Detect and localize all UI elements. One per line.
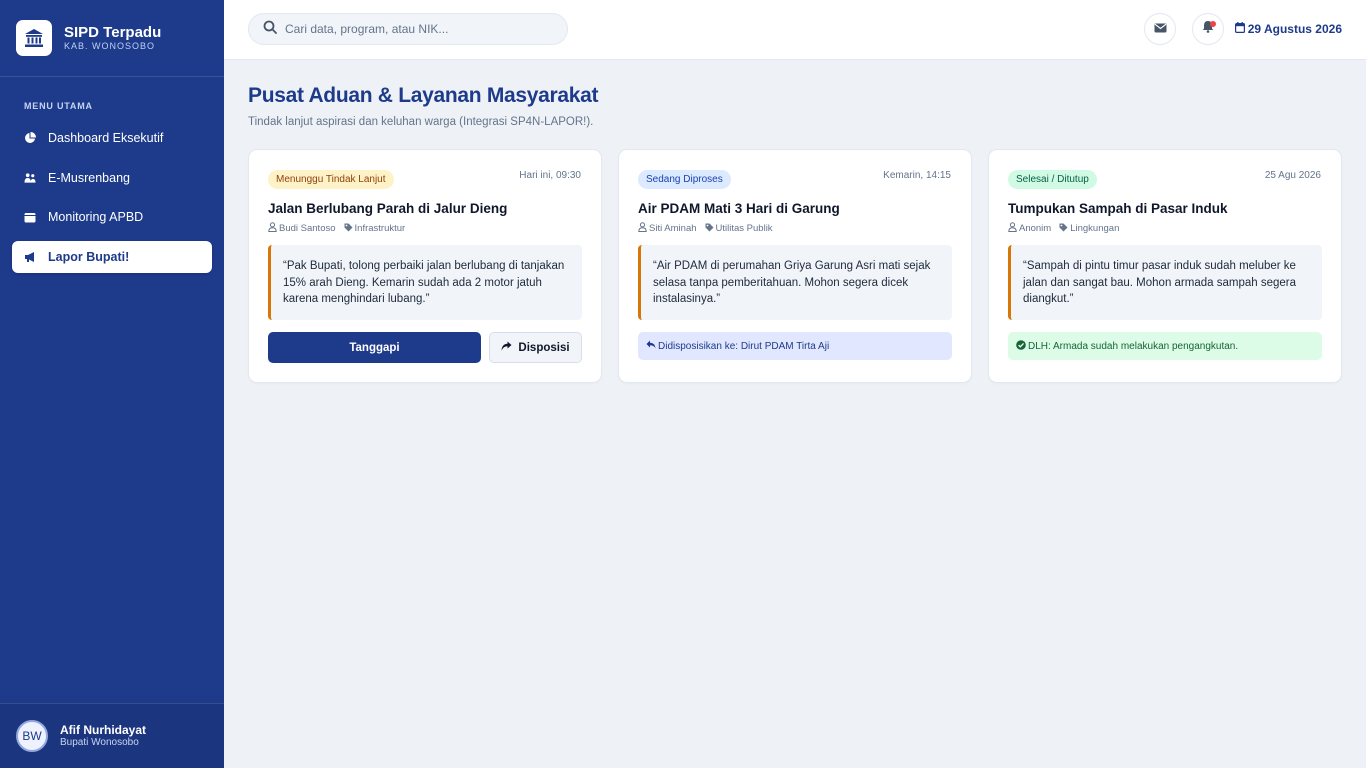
current-date: 29 Agustus 2026 bbox=[1234, 22, 1342, 36]
timestamp: Hari ini, 09:30 bbox=[519, 170, 581, 181]
notification-dot bbox=[1210, 21, 1216, 27]
complaint-title: Tumpukan Sampah di Pasar Induk bbox=[1008, 201, 1228, 216]
disposition-note: Didisposisikan ke: Dirut PDAM Tirta Aji bbox=[638, 332, 952, 360]
complaint-quote: “Pak Bupati, tolong perbaiki jalan berlu… bbox=[268, 245, 582, 320]
wallet-icon bbox=[24, 211, 36, 223]
category-label: Infrastruktur bbox=[354, 223, 406, 234]
topbar: 29 Agustus 2026 bbox=[224, 0, 1366, 60]
complaint-meta: Budi Santoso Infrastruktur bbox=[268, 222, 413, 235]
sidebar-item-dashboard[interactable]: Dashboard Eksekutif bbox=[12, 122, 212, 154]
timestamp: Kemarin, 14:15 bbox=[883, 170, 951, 181]
reporter-name: Siti Aminah bbox=[649, 223, 697, 234]
category-label: Lingkungan bbox=[1070, 223, 1120, 234]
calendar-icon bbox=[1234, 22, 1248, 36]
complaint-card: Selesai / Ditutup 25 Agu 2026 Tumpukan S… bbox=[988, 149, 1342, 383]
building-icon bbox=[16, 20, 52, 56]
complaint-quote: “Air PDAM di perumahan Griya Garung Asri… bbox=[638, 245, 952, 320]
avatar: BW bbox=[16, 720, 48, 752]
disposition-text: Didisposisikan ke: Dirut PDAM Tirta Aji bbox=[658, 340, 830, 352]
complaint-meta: Anonim Lingkungan bbox=[1008, 222, 1127, 235]
tag-icon bbox=[1059, 223, 1070, 235]
search-icon bbox=[263, 20, 277, 39]
tag-icon bbox=[344, 223, 355, 235]
timestamp: 25 Agu 2026 bbox=[1264, 170, 1321, 181]
search-bar[interactable] bbox=[248, 13, 568, 45]
complaint-card: Menunggu Tindak Lanjut Hari ini, 09:30 J… bbox=[248, 149, 602, 383]
sidebar-item-label: Monitoring APBD bbox=[48, 210, 144, 224]
mail-icon bbox=[1154, 20, 1167, 38]
megaphone-icon bbox=[24, 251, 36, 263]
brand-title: SIPD Terpadu bbox=[64, 24, 162, 41]
user-icon bbox=[1008, 222, 1019, 235]
complaint-title: Jalan Berlubang Parah di Jalur Dieng bbox=[268, 201, 508, 216]
brand-subtitle: KAB. WONOSOBO bbox=[64, 41, 156, 51]
sidebar-item-label: Lapor Bupati! bbox=[48, 249, 130, 264]
user-name: Afif Nurhidayat bbox=[60, 723, 147, 737]
complaint-card: Sedang Diproses Kemarin, 14:15 Air PDAM … bbox=[618, 149, 972, 383]
page-subtitle: Tindak lanjut aspirasi dan keluhan warga… bbox=[248, 116, 594, 128]
dispose-label: Disposisi bbox=[518, 341, 570, 354]
share-arrow-icon bbox=[501, 341, 518, 354]
page-title: Pusat Aduan & Layanan Masyarakat bbox=[248, 84, 599, 107]
user-icon bbox=[268, 222, 279, 235]
reporter-name: Budi Santoso bbox=[279, 223, 336, 234]
resolution-note: DLH: Armada sudah melakukan pengangkutan… bbox=[1008, 332, 1322, 360]
check-circle-icon bbox=[1016, 339, 1028, 353]
menu-heading: MENU UTAMA bbox=[24, 101, 93, 111]
status-badge: Sedang Diproses bbox=[638, 170, 731, 189]
people-icon bbox=[24, 172, 36, 184]
user-icon bbox=[638, 222, 649, 235]
reply-arrow-icon bbox=[646, 340, 658, 352]
sidebar-item-label: Dashboard Eksekutif bbox=[48, 131, 164, 145]
respond-button[interactable]: Tanggapi bbox=[268, 332, 481, 363]
pie-chart-icon bbox=[24, 132, 36, 144]
tag-icon bbox=[705, 223, 716, 235]
complaint-title: Air PDAM Mati 3 Hari di Garung bbox=[638, 201, 840, 216]
mail-button[interactable] bbox=[1144, 13, 1176, 45]
complaint-meta: Siti Aminah Utilitas Publik bbox=[638, 222, 781, 235]
user-role: Bupati Wonosobo bbox=[60, 737, 139, 748]
resolution-text: DLH: Armada sudah melakukan pengangkutan… bbox=[1028, 340, 1239, 352]
sidebar-item-label: E-Musrenbang bbox=[48, 170, 130, 185]
sidebar-item-lapor-bupati[interactable]: Lapor Bupati! bbox=[12, 240, 212, 273]
category-label: Utilitas Publik bbox=[715, 223, 773, 234]
user-profile[interactable]: BW Afif Nurhidayat Bupati Wonosobo bbox=[0, 703, 224, 768]
status-badge: Menunggu Tindak Lanjut bbox=[268, 170, 394, 189]
sidebar-item-monitoring-apbd[interactable]: Monitoring APBD bbox=[12, 201, 212, 233]
complaint-quote: “Sampah di pintu timur pasar induk sudah… bbox=[1008, 245, 1322, 320]
sidebar: SIPD Terpadu KAB. WONOSOBO MENU UTAMA Da… bbox=[0, 0, 224, 768]
sidebar-item-musrenbang[interactable]: E-Musrenbang bbox=[12, 162, 212, 194]
search-input[interactable] bbox=[285, 22, 545, 36]
status-badge: Selesai / Ditutup bbox=[1008, 170, 1097, 189]
dispose-button[interactable]: Disposisi bbox=[489, 332, 582, 363]
date-text: 29 Agustus 2026 bbox=[1247, 22, 1342, 36]
notification-button[interactable] bbox=[1192, 13, 1224, 45]
reporter-name: Anonim bbox=[1019, 223, 1052, 234]
brand: SIPD Terpadu KAB. WONOSOBO bbox=[0, 0, 224, 77]
